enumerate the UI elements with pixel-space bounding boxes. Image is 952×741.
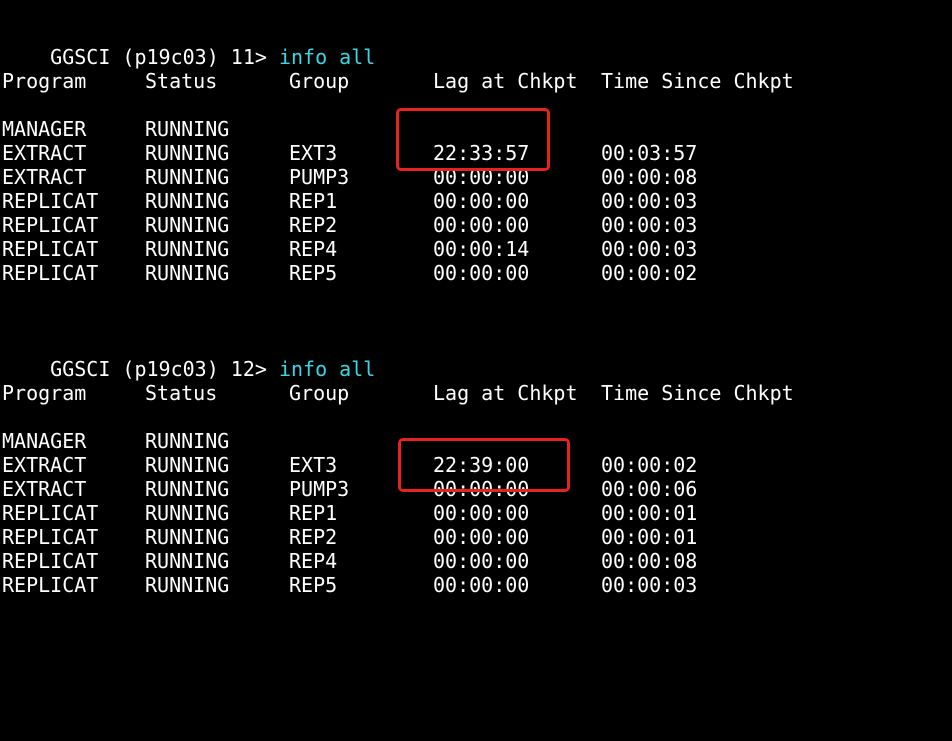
status-cell: RUNNING <box>145 165 230 189</box>
lag-cell: 00:00:00 <box>433 261 530 285</box>
group-cell: REP2 <box>289 213 338 237</box>
program-cell: EXTRACT <box>2 141 87 165</box>
since-cell: 00:00:02 <box>601 453 698 477</box>
lag-cell: 00:00:00 <box>433 501 530 525</box>
annotation-highlight-box <box>396 108 550 171</box>
table-row: EXTRACT RUNNING EXT3 22:33:57 00:03:57 <box>2 141 697 165</box>
header-lag: Lag at Chkpt <box>433 69 578 93</box>
program-cell: REPLICAT <box>2 261 99 285</box>
header-group: Group <box>289 381 350 405</box>
program-cell: EXTRACT <box>2 477 87 501</box>
status-cell: RUNNING <box>145 141 230 165</box>
header-status: Status <box>145 381 218 405</box>
program-cell: REPLICAT <box>2 549 99 573</box>
status-cell: RUNNING <box>145 477 230 501</box>
group-cell: EXT3 <box>289 141 338 165</box>
lag-cell: 00:00:00 <box>433 189 530 213</box>
program-cell: REPLICAT <box>2 237 99 261</box>
shell-prompt: GGSCI (p19c03) 12> <box>50 357 279 381</box>
lag-cell: 00:00:00 <box>433 573 530 597</box>
command-line-2: GGSCI (p19c03) 12> info all <box>2 333 375 381</box>
table-row: MANAGER RUNNING <box>2 117 229 141</box>
group-cell: REP5 <box>289 573 338 597</box>
header-status: Status <box>145 69 218 93</box>
shell-prompt: GGSCI (p19c03) 11> <box>50 45 279 69</box>
status-cell: RUNNING <box>145 261 230 285</box>
group-cell: REP4 <box>289 237 338 261</box>
status-cell: RUNNING <box>145 549 230 573</box>
program-cell: MANAGER <box>2 429 87 453</box>
table-row: REPLICAT RUNNING REP2 00:00:00 00:00:03 <box>2 213 697 237</box>
table-row: REPLICAT RUNNING REP4 00:00:14 00:00:03 <box>2 237 697 261</box>
table-row: EXTRACT RUNNING EXT3 22:39:00 00:00:02 <box>2 453 697 477</box>
table-row: REPLICAT RUNNING REP5 00:00:00 00:00:03 <box>2 573 697 597</box>
status-cell: RUNNING <box>145 189 230 213</box>
status-cell: RUNNING <box>145 525 230 549</box>
status-cell: RUNNING <box>145 237 230 261</box>
group-cell: REP5 <box>289 261 338 285</box>
since-cell: 00:00:01 <box>601 501 698 525</box>
since-cell: 00:03:57 <box>601 141 698 165</box>
program-cell: REPLICAT <box>2 189 99 213</box>
since-cell: 00:00:03 <box>601 189 698 213</box>
program-cell: EXTRACT <box>2 165 87 189</box>
lag-cell: 00:00:00 <box>433 213 530 237</box>
program-cell: REPLICAT <box>2 573 99 597</box>
since-cell: 00:00:06 <box>601 477 698 501</box>
since-cell: 00:00:08 <box>601 549 698 573</box>
status-cell: RUNNING <box>145 573 230 597</box>
since-cell: 00:00:08 <box>601 165 698 189</box>
group-cell: REP4 <box>289 549 338 573</box>
annotation-highlight-box <box>398 438 570 492</box>
header-program: Program <box>2 381 87 405</box>
group-cell: REP1 <box>289 501 338 525</box>
program-cell: REPLICAT <box>2 525 99 549</box>
command-line-1: GGSCI (p19c03) 11> info all <box>2 21 375 69</box>
table-row: REPLICAT RUNNING REP2 00:00:00 00:00:01 <box>2 525 697 549</box>
program-cell: MANAGER <box>2 117 87 141</box>
group-cell: REP2 <box>289 525 338 549</box>
since-cell: 00:00:03 <box>601 573 698 597</box>
program-cell: EXTRACT <box>2 453 87 477</box>
table-header-2: Program Status Group Lag at Chkpt Time S… <box>2 381 794 405</box>
table-row: REPLICAT RUNNING REP4 00:00:00 00:00:08 <box>2 549 697 573</box>
status-cell: RUNNING <box>145 453 230 477</box>
lag-cell: 00:00:00 <box>433 549 530 573</box>
group-cell: PUMP3 <box>289 477 350 501</box>
header-since: Time Since Chkpt <box>601 69 794 93</box>
status-cell: RUNNING <box>145 429 230 453</box>
header-group: Group <box>289 69 350 93</box>
program-cell: REPLICAT <box>2 501 99 525</box>
command-text: info all <box>278 45 376 69</box>
table-row: REPLICAT RUNNING REP1 00:00:00 00:00:03 <box>2 189 697 213</box>
command-text: info all <box>278 357 376 381</box>
status-cell: RUNNING <box>145 117 230 141</box>
table-header-1: Program Status Group Lag at Chkpt Time S… <box>2 69 794 93</box>
table-row: REPLICAT RUNNING REP5 00:00:00 00:00:02 <box>2 261 697 285</box>
table-row: EXTRACT RUNNING PUMP3 00:00:00 00:00:06 <box>2 477 697 501</box>
header-since: Time Since Chkpt <box>601 381 794 405</box>
group-cell: PUMP3 <box>289 165 350 189</box>
status-cell: RUNNING <box>145 213 230 237</box>
table-row: EXTRACT RUNNING PUMP3 00:00:00 00:00:08 <box>2 165 697 189</box>
lag-cell: 00:00:00 <box>433 525 530 549</box>
since-cell: 00:00:03 <box>601 213 698 237</box>
program-cell: REPLICAT <box>2 213 99 237</box>
header-lag: Lag at Chkpt <box>433 381 578 405</box>
group-cell: EXT3 <box>289 453 338 477</box>
since-cell: 00:00:01 <box>601 525 698 549</box>
terminal-window: GGSCI (p19c03) 11> info all Program Stat… <box>0 0 952 634</box>
group-cell: REP1 <box>289 189 338 213</box>
since-cell: 00:00:03 <box>601 237 698 261</box>
table-row: REPLICAT RUNNING REP1 00:00:00 00:00:01 <box>2 501 697 525</box>
lag-cell: 00:00:14 <box>433 237 530 261</box>
table-row: MANAGER RUNNING <box>2 429 229 453</box>
since-cell: 00:00:02 <box>601 261 698 285</box>
header-program: Program <box>2 69 87 93</box>
status-cell: RUNNING <box>145 501 230 525</box>
